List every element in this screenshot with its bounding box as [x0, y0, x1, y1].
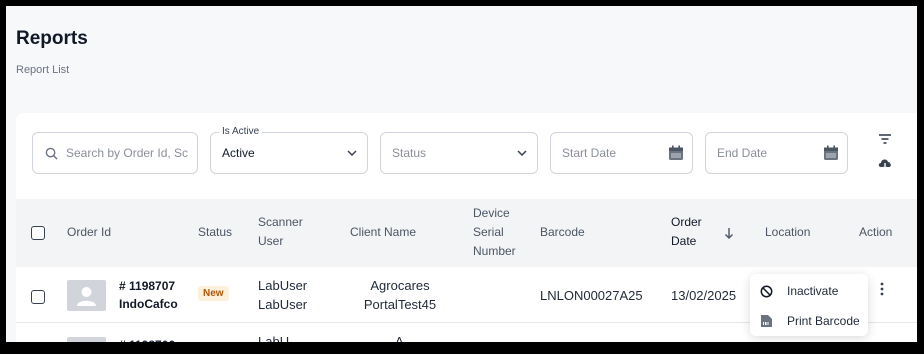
- col-device-line2: Serial: [473, 225, 504, 239]
- order-date-cell: 13/02/2025: [671, 288, 737, 303]
- col-client-name[interactable]: Client Name: [350, 223, 416, 242]
- select-all-checkbox[interactable]: [31, 226, 45, 240]
- cloud-download-icon[interactable]: [877, 157, 893, 171]
- end-date-input[interactable]: End Date: [705, 132, 848, 174]
- col-action: Action: [859, 225, 893, 239]
- col-order-date[interactable]: Order Date: [671, 213, 702, 251]
- calendar-icon[interactable]: [823, 145, 839, 161]
- client-name-cell: Agrocares PortalTest45: [350, 276, 450, 314]
- is-active-label: Is Active: [219, 126, 263, 137]
- user-placeholder-icon: [77, 287, 96, 306]
- client-name-line2: PortalTest45: [363, 297, 437, 312]
- scanner-user-line1: LabUser: [258, 278, 308, 293]
- order-id-cell[interactable]: # 1198707 IndoCafco: [119, 277, 178, 313]
- col-status[interactable]: Status: [198, 223, 232, 242]
- avatar: [67, 280, 106, 311]
- avatar: [67, 337, 106, 342]
- menu-item-inactivate[interactable]: Inactivate: [750, 276, 868, 306]
- col-device-line1: Device: [473, 206, 510, 220]
- scanner-user-line1: LabU: [258, 334, 290, 342]
- search-placeholder: Search by Order Id, Sca: [66, 146, 188, 160]
- start-date-placeholder: Start Date: [562, 146, 617, 160]
- order-id: # 1198706: [119, 336, 175, 342]
- barcode-file-icon: [761, 315, 772, 327]
- is-active-value: Active: [222, 146, 255, 160]
- barcode-cell: LNLON00027A25: [540, 288, 643, 303]
- col-location[interactable]: Location: [765, 223, 810, 242]
- menu-item-print-barcode-label: Print Barcode: [787, 314, 860, 328]
- chevron-down-icon: [517, 150, 527, 156]
- col-order-date-line1: Order: [671, 215, 702, 229]
- scanner-user-cell: LabUser LabUser: [258, 276, 307, 314]
- col-device-line3: Number: [473, 244, 516, 258]
- report-list-card: Search by Order Id, Sca Is Active Active…: [16, 113, 917, 342]
- ban-icon: [760, 285, 773, 297]
- end-date-placeholder: End Date: [717, 146, 768, 160]
- client-name-line1: A: [395, 334, 404, 342]
- col-device-serial[interactable]: Device Serial Number: [473, 204, 516, 261]
- status-placeholder: Status: [392, 146, 427, 160]
- client-name-line1: Agrocares: [370, 278, 430, 293]
- start-date-input[interactable]: Start Date: [550, 132, 693, 174]
- row-checkbox[interactable]: [31, 290, 45, 304]
- col-scanner-user-line2: User: [258, 234, 284, 248]
- menu-item-print-barcode[interactable]: Print Barcode: [750, 306, 868, 336]
- row-action-menu: Inactivate Print Barcode: [750, 274, 868, 336]
- col-order-id[interactable]: Order Id: [67, 223, 111, 242]
- is-active-select[interactable]: Is Active Active: [210, 126, 368, 174]
- col-barcode[interactable]: Barcode: [540, 223, 585, 242]
- search-icon: [45, 147, 58, 160]
- calendar-icon[interactable]: [668, 145, 684, 161]
- app-frame: Reports Report List Search by Order Id, …: [6, 6, 917, 342]
- sort-arrow-down-icon[interactable]: [724, 227, 734, 239]
- col-scanner-user[interactable]: Scanner User: [258, 213, 303, 251]
- chevron-down-icon: [347, 150, 357, 156]
- col-order-date-line2: Date: [671, 234, 697, 248]
- search-input[interactable]: Search by Order Id, Sca: [32, 132, 198, 174]
- status-select[interactable]: Status: [380, 132, 538, 174]
- menu-item-inactivate-label: Inactivate: [787, 284, 839, 298]
- table-header: Order Id Status Scanner User Client Name…: [16, 199, 917, 267]
- scanner-user-line2: LabUser: [258, 297, 308, 312]
- order-id: # 1198707: [119, 279, 176, 293]
- kebab-menu-icon[interactable]: [880, 282, 884, 296]
- company-name: IndoCafco: [119, 297, 178, 311]
- filter-icon[interactable]: [878, 132, 892, 146]
- status-badge: New: [198, 286, 229, 301]
- page-title: Reports: [16, 28, 88, 49]
- breadcrumb: Report List: [16, 64, 70, 76]
- col-scanner-user-line1: Scanner: [258, 215, 303, 229]
